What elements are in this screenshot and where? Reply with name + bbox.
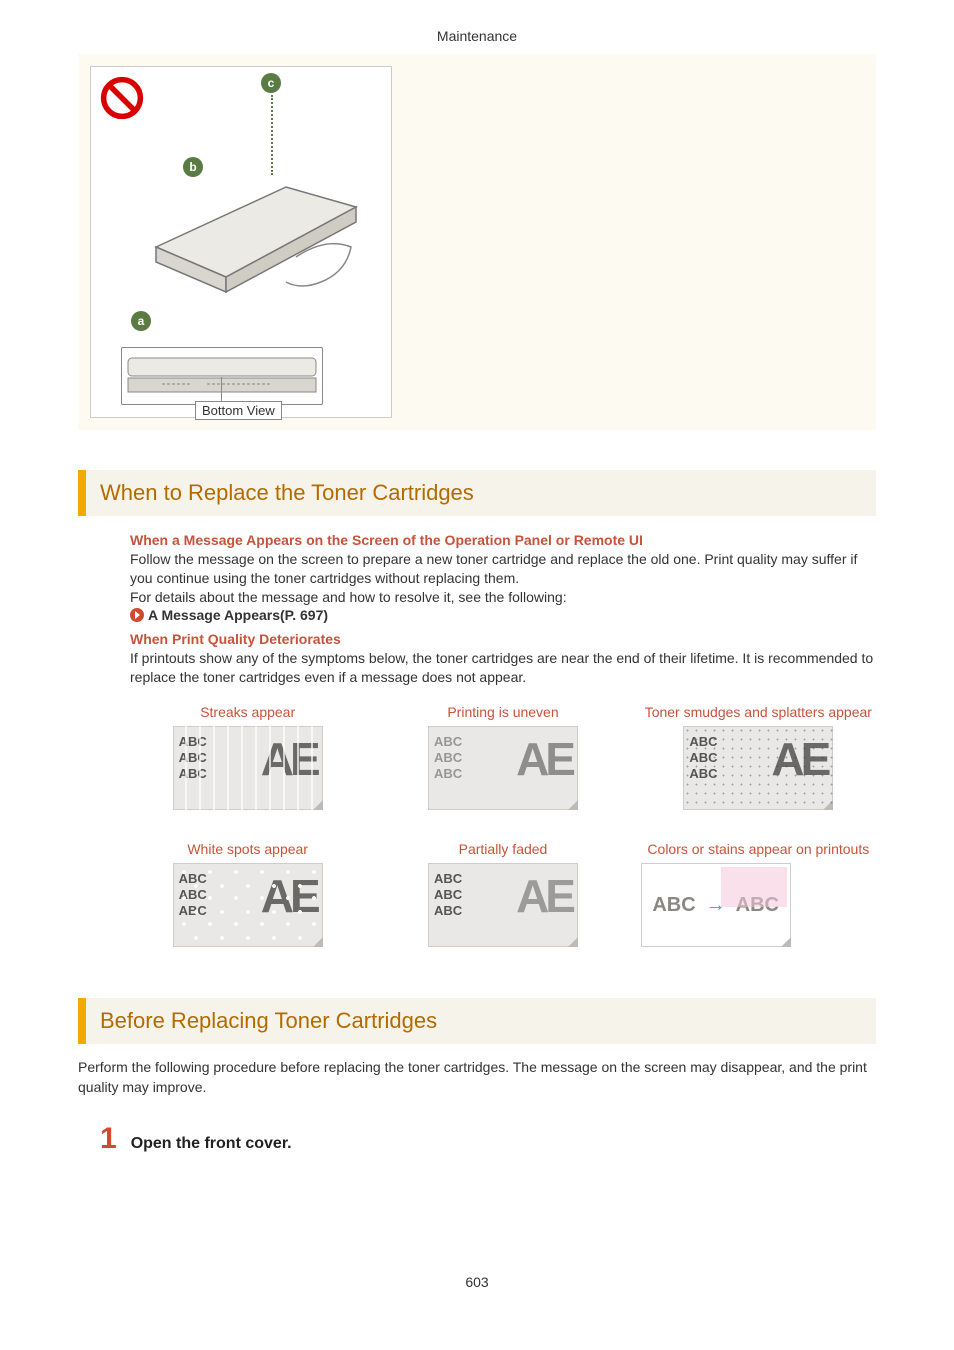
symptom-partially-faded: Partially faded ABC ABC ABC AE	[385, 841, 620, 952]
symptom-label: White spots appear	[130, 841, 365, 857]
paragraph: If printouts show any of the symptoms be…	[130, 649, 876, 687]
cartridge-illustration	[146, 167, 366, 307]
symptom-thumbnail: ABC ABC ABC AE	[173, 726, 323, 810]
symptom-smudges: Toner smudges and splatters appear ABC A…	[641, 704, 876, 815]
step-1: 1 Open the front cover.	[100, 1124, 876, 1154]
subheading-message-appears: When a Message Appears on the Screen of …	[130, 532, 876, 548]
symptom-thumbnail: ABC ABC ABC AE	[173, 863, 323, 947]
callout-a: a	[131, 311, 151, 331]
symptom-label: Partially faded	[385, 841, 620, 857]
link-text: A Message Appears(P. 697)	[148, 607, 328, 623]
symptom-thumbnail: ABC ABC ABC AE	[428, 726, 578, 810]
prohibited-icon	[99, 75, 145, 121]
step-number: 1	[100, 1124, 117, 1154]
breadcrumb-title: Maintenance	[0, 0, 954, 54]
paragraph: Follow the message on the screen to prep…	[130, 550, 876, 588]
callout-c: c	[261, 73, 281, 93]
symptom-thumbnail: ABC ABC ABC AE	[683, 726, 833, 810]
page-number: 603	[0, 1154, 954, 1290]
subheading-quality-deteriorates: When Print Quality Deteriorates	[130, 631, 876, 647]
cartridge-bottom-illustration	[122, 348, 322, 404]
bottom-view-label: Bottom View	[195, 401, 282, 420]
paragraph: Perform the following procedure before r…	[78, 1058, 876, 1097]
symptom-label: Colors or stains appear on printouts	[641, 841, 876, 857]
section-heading-before-replace: Before Replacing Toner Cartridges	[78, 998, 876, 1044]
symptom-label: Toner smudges and splatters appear	[641, 704, 876, 720]
paragraph: For details about the message and how to…	[130, 588, 876, 607]
symptom-grid: Streaks appear ABC ABC ABC AE Printing i…	[130, 704, 876, 952]
symptom-white-spots: White spots appear ABC ABC ABC AE	[130, 841, 365, 952]
symptom-colors-stains: Colors or stains appear on printouts ABC…	[641, 841, 876, 952]
symptom-label: Streaks appear	[130, 704, 365, 720]
section-heading-when-replace: When to Replace the Toner Cartridges	[78, 470, 876, 516]
symptom-uneven: Printing is uneven ABC ABC ABC AE	[385, 704, 620, 815]
symptom-thumbnail: ABC ABC ABC AE	[428, 863, 578, 947]
cross-reference-link[interactable]: A Message Appears(P. 697)	[130, 607, 876, 623]
step-text: Open the front cover.	[131, 1135, 292, 1153]
symptom-thumbnail: ABC → ABC	[641, 863, 791, 947]
symptom-streaks: Streaks appear ABC ABC ABC AE	[130, 704, 365, 815]
symptom-label: Printing is uneven	[385, 704, 620, 720]
cartridge-caution-figure: c b a Bottom View	[78, 54, 876, 430]
play-circle-icon	[130, 608, 144, 622]
